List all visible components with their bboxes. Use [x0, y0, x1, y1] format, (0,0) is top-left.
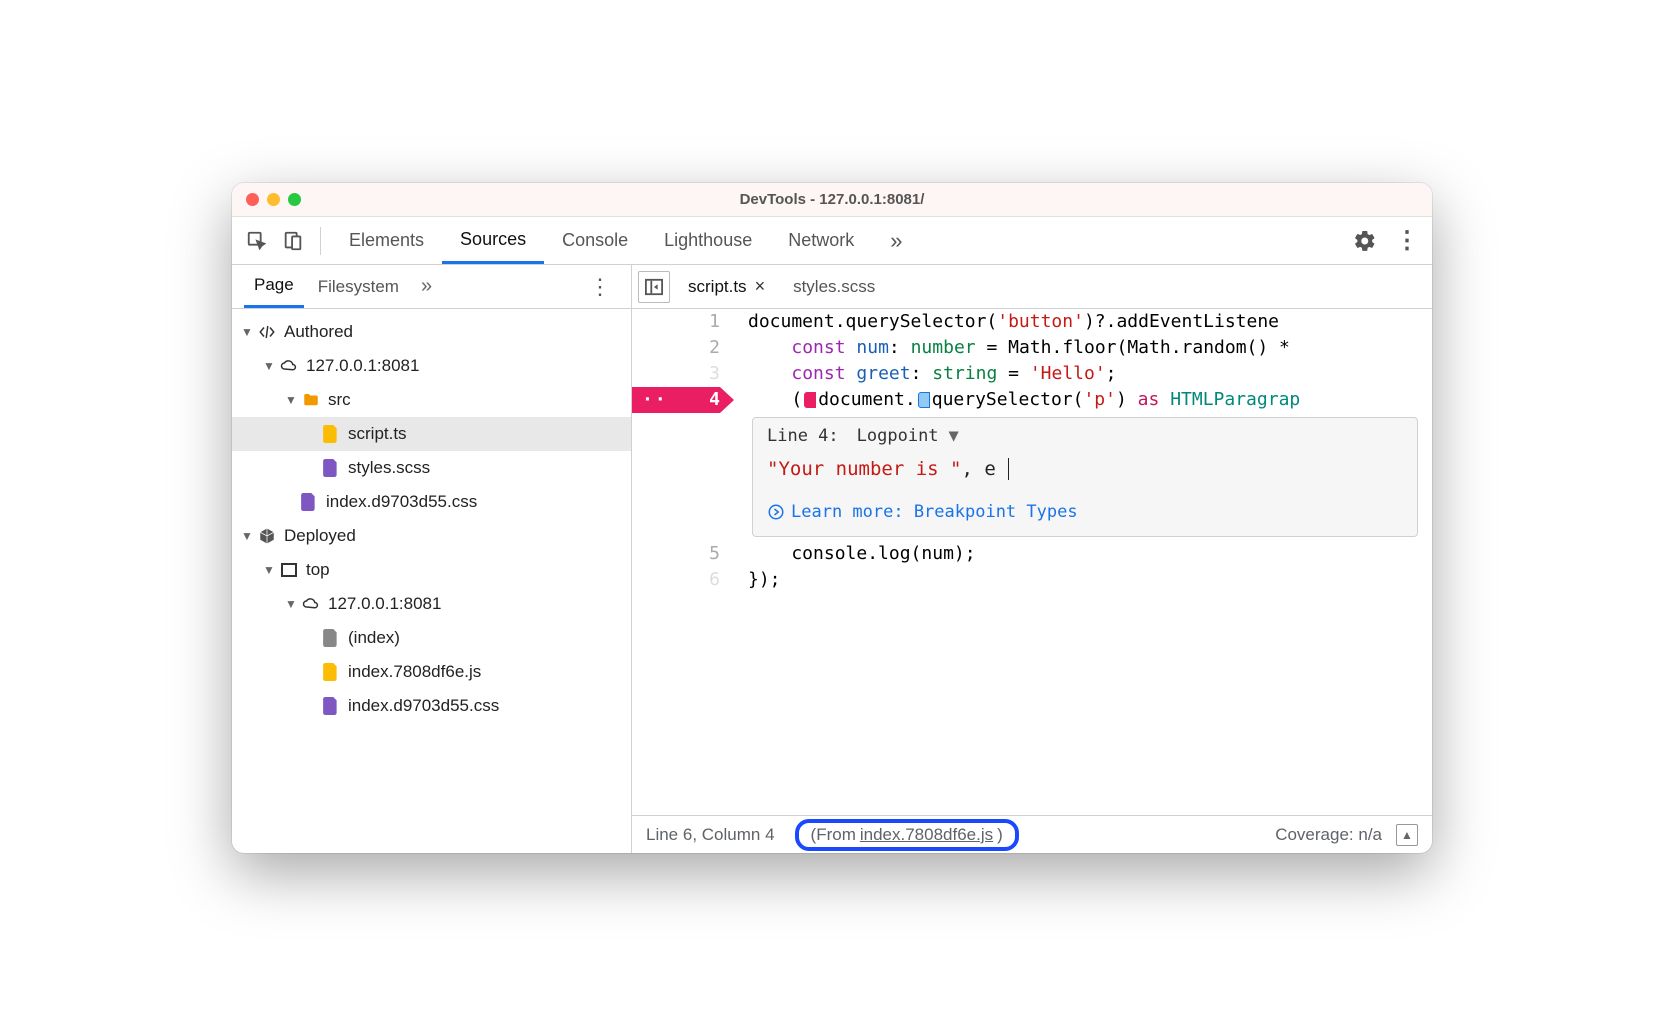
close-tab-icon[interactable]: ×	[755, 276, 766, 297]
line-number[interactable]: 5	[632, 541, 720, 567]
sidebar-tab-page[interactable]: Page	[244, 265, 304, 308]
gutter[interactable]: 1 2 3 4	[632, 309, 732, 413]
tree-label: Authored	[284, 322, 353, 342]
css-file-icon	[322, 697, 340, 715]
code-line[interactable]: });	[748, 567, 1432, 593]
source-map-marker-icon	[918, 392, 930, 408]
line-number[interactable]: 1	[632, 309, 720, 335]
source-mapped-from[interactable]: (From index.7808df6e.js)	[795, 819, 1019, 851]
source-map-marker-icon	[804, 392, 816, 408]
tree-host-deployed[interactable]: ▼ 127.0.0.1:8081	[232, 587, 631, 621]
file-tree: ▼ Authored ▼ 127.0.0.1:8081 ▼ src	[232, 309, 631, 853]
main-tabs: Elements Sources Console Lighthouse Netw…	[331, 217, 920, 264]
code-line[interactable]: (document.querySelector('p') as HTMLPara…	[748, 387, 1432, 413]
toggle-navigator-icon[interactable]	[638, 271, 670, 303]
chevron-down-icon: ▼	[949, 426, 959, 446]
tree-label: 127.0.0.1:8081	[328, 594, 441, 614]
cloud-icon	[302, 595, 320, 613]
tree-file-script-ts[interactable]: script.ts	[232, 417, 631, 451]
editor-tab-script-ts[interactable]: script.ts ×	[678, 276, 775, 297]
editor-body[interactable]: 1 2 3 4 document.querySelector('button')…	[632, 309, 1432, 815]
sidebar-tab-filesystem[interactable]: Filesystem	[308, 265, 409, 308]
logpoint-expression-input[interactable]: "Your number is ", e	[767, 454, 1403, 484]
show-console-drawer-icon[interactable]: ▲	[1396, 824, 1418, 846]
cursor-position: Line 6, Column 4	[646, 825, 775, 845]
learn-more-link[interactable]: Learn more: Breakpoint Types	[767, 502, 1403, 522]
devtools-window: DevTools - 127.0.0.1:8081/ Elements Sour…	[232, 183, 1432, 853]
tab-elements[interactable]: Elements	[331, 217, 442, 264]
js-file-icon	[322, 663, 340, 681]
cloud-icon	[280, 357, 298, 375]
tab-console[interactable]: Console	[544, 217, 646, 264]
kebab-menu-icon[interactable]: ⋮	[1390, 224, 1424, 258]
code-view[interactable]: document.querySelector('button')?.addEve…	[732, 309, 1432, 413]
tree-label: styles.scss	[348, 458, 430, 478]
tree-host[interactable]: ▼ 127.0.0.1:8081	[232, 349, 631, 383]
tree-file-index[interactable]: (index)	[232, 621, 631, 655]
tree-label: index.d9703d55.css	[326, 492, 477, 512]
breakpoint-editor-panel: Line 4: Logpoint ▼ "Your number is ", e …	[752, 417, 1418, 537]
document-icon	[322, 629, 340, 647]
tree-label: index.7808df6e.js	[348, 662, 481, 682]
navigator-tabs: Page Filesystem » ⋮	[232, 265, 631, 309]
editor-tab-label: styles.scss	[793, 277, 875, 297]
tab-network[interactable]: Network	[770, 217, 872, 264]
frame-icon	[280, 561, 298, 579]
tree-authored[interactable]: ▼ Authored	[232, 315, 631, 349]
code-line[interactable]: console.log(num);	[748, 541, 1432, 567]
content-area: Page Filesystem » ⋮ ▼ Authored ▼ 127.0.0…	[232, 265, 1432, 853]
tree-label: index.d9703d55.css	[348, 696, 499, 716]
editor-area: script.ts × styles.scss 1 2 3 4	[632, 265, 1432, 853]
titlebar: DevTools - 127.0.0.1:8081/	[232, 183, 1432, 217]
breakpoint-type-dropdown[interactable]: Logpoint ▼	[857, 426, 959, 446]
tree-label: script.ts	[348, 424, 407, 444]
line-number[interactable]: 2	[632, 335, 720, 361]
tree-label: top	[306, 560, 330, 580]
bp-type-label: Logpoint	[857, 426, 939, 446]
device-toggle-icon[interactable]	[276, 224, 310, 258]
status-bar: Line 6, Column 4 (From index.7808df6e.js…	[632, 815, 1432, 853]
tree-file-styles-scss[interactable]: styles.scss	[232, 451, 631, 485]
tree-top[interactable]: ▼ top	[232, 553, 631, 587]
inspect-element-icon[interactable]	[240, 224, 274, 258]
css-file-icon	[322, 459, 340, 477]
bp-line-label: Line 4:	[767, 426, 839, 446]
sidebar-tabs-overflow-icon[interactable]: »	[413, 275, 440, 298]
code-line[interactable]: const greet: string = 'Hello';	[748, 361, 1432, 387]
tree-deployed[interactable]: ▼ Deployed	[232, 519, 631, 553]
code-brackets-icon	[258, 323, 276, 341]
code-line[interactable]: document.querySelector('button')?.addEve…	[748, 309, 1432, 335]
folder-icon	[302, 391, 320, 409]
tree-label: (index)	[348, 628, 400, 648]
tabs-overflow-icon[interactable]: »	[872, 217, 920, 264]
divider	[320, 227, 321, 255]
tree-file-index-css-authored[interactable]: index.d9703d55.css	[232, 485, 631, 519]
sidebar-kebab-icon[interactable]: ⋮	[581, 274, 619, 300]
navigator-sidebar: Page Filesystem » ⋮ ▼ Authored ▼ 127.0.0…	[232, 265, 632, 853]
arrow-circle-icon	[767, 503, 785, 521]
tab-sources[interactable]: Sources	[442, 217, 544, 264]
css-file-icon	[300, 493, 318, 511]
coverage-status: Coverage: n/a	[1275, 825, 1382, 845]
editor-tab-styles-scss[interactable]: styles.scss	[783, 277, 885, 297]
editor-tab-label: script.ts	[688, 277, 747, 297]
cube-icon	[258, 527, 276, 545]
tab-lighthouse[interactable]: Lighthouse	[646, 217, 770, 264]
js-file-icon	[322, 425, 340, 443]
tree-file-index-js[interactable]: index.7808df6e.js	[232, 655, 631, 689]
main-toolbar: Elements Sources Console Lighthouse Netw…	[232, 217, 1432, 265]
code-line[interactable]: const num: number = Math.floor(Math.rand…	[748, 335, 1432, 361]
editor-tabs: script.ts × styles.scss	[632, 265, 1432, 309]
tree-folder-src[interactable]: ▼ src	[232, 383, 631, 417]
line-number[interactable]: 6	[632, 567, 720, 593]
breakpoint-line-marker[interactable]: 4	[632, 387, 720, 413]
tree-file-index-css-deployed[interactable]: index.d9703d55.css	[232, 689, 631, 723]
tree-label: Deployed	[284, 526, 356, 546]
tree-label: 127.0.0.1:8081	[306, 356, 419, 376]
tree-label: src	[328, 390, 351, 410]
line-number[interactable]: 3	[632, 361, 720, 387]
window-title: DevTools - 127.0.0.1:8081/	[232, 191, 1432, 208]
settings-icon[interactable]	[1348, 224, 1382, 258]
